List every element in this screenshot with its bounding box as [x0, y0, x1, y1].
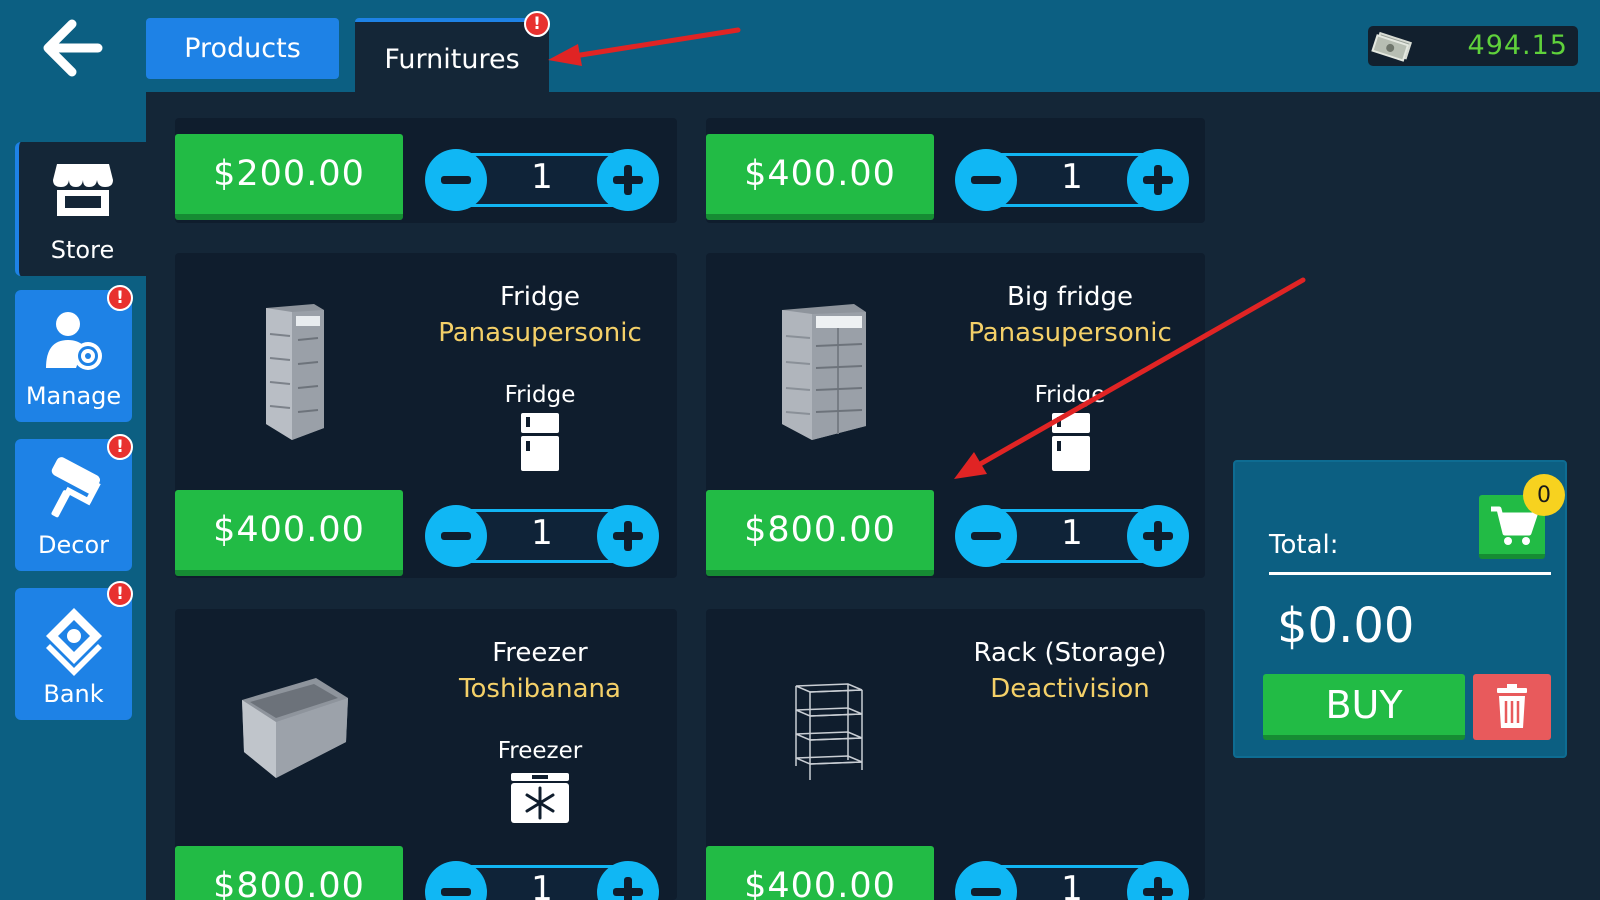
bank-alert-badge: !	[107, 581, 133, 607]
freezer-product-image	[242, 678, 348, 778]
quantity-value: 1	[1061, 869, 1083, 900]
back-button[interactable]	[40, 18, 106, 78]
minus-icon[interactable]	[425, 149, 487, 211]
fridge-icon	[1052, 413, 1090, 471]
plus-icon[interactable]	[597, 505, 659, 567]
money-bills-icon	[1371, 31, 1412, 62]
quantity-stepper: 1	[955, 861, 1189, 900]
trash-icon	[1497, 684, 1527, 728]
money-value: 494.15	[1467, 30, 1568, 61]
price-button[interactable]: $400.00	[706, 846, 934, 900]
decor-alert-badge: !	[107, 434, 133, 460]
product-category: Fridge	[504, 382, 576, 408]
money-display: 494.15	[1368, 26, 1578, 66]
product-name: Freezer	[492, 638, 588, 668]
tab-furnitures-alert-badge: !	[524, 11, 550, 37]
sidebar-item-label: Bank	[43, 680, 104, 708]
product-brand: Panasupersonic	[438, 318, 642, 348]
buy-button[interactable]: BUY	[1263, 674, 1465, 740]
tab-products-label: Products	[184, 33, 301, 64]
cart-count-badge: 0	[1523, 474, 1565, 516]
sidebar-item-store[interactable]: Store	[15, 142, 146, 276]
plus-icon[interactable]	[597, 149, 659, 211]
clear-cart-button[interactable]	[1473, 674, 1551, 740]
price-button[interactable]: $400.00	[175, 490, 403, 576]
paint-roller-icon	[50, 457, 101, 518]
cart-total-value: $0.00	[1277, 598, 1415, 654]
quantity-stepper: 1	[425, 861, 659, 900]
sidebar-item-bank[interactable]: Bank	[15, 588, 132, 720]
manage-alert-badge: !	[107, 285, 133, 311]
tab-furnitures[interactable]: Furnitures	[355, 18, 549, 92]
big-fridge-product-image	[782, 304, 866, 440]
quantity-value: 1	[1061, 513, 1083, 553]
plus-icon[interactable]	[1127, 505, 1189, 567]
quantity-stepper: 1	[425, 505, 659, 567]
product-name: Rack (Storage)	[973, 638, 1167, 668]
price-button[interactable]: $400.00	[706, 134, 934, 220]
price-button[interactable]: $800.00	[175, 846, 403, 900]
price-button[interactable]: $200.00	[175, 134, 403, 220]
product-category: Fridge	[1034, 382, 1106, 408]
cart-divider	[1269, 572, 1551, 575]
sidebar-item-label: Manage	[25, 382, 122, 410]
cart-panel: Total: 0 $0.00 BUY	[1233, 460, 1567, 758]
quantity-value: 1	[1061, 157, 1083, 197]
product-brand: Toshibanana	[459, 674, 621, 704]
freezer-snowflake-icon	[511, 773, 569, 823]
minus-icon[interactable]	[425, 505, 487, 567]
quantity-stepper: 1	[425, 149, 659, 211]
rack-product-image	[795, 683, 863, 780]
quantity-stepper: 1	[955, 149, 1189, 211]
product-category: Freezer	[497, 738, 583, 764]
manage-user-gear-icon	[45, 312, 102, 370]
fridge-product-image	[266, 304, 324, 440]
product-name: Big fridge	[1007, 282, 1133, 312]
minus-icon[interactable]	[955, 149, 1017, 211]
quantity-value: 1	[531, 157, 553, 197]
price-button[interactable]: $800.00	[706, 490, 934, 576]
product-brand: Panasupersonic	[968, 318, 1172, 348]
product-name: Fridge	[500, 282, 580, 312]
sidebar-item-label: Decor	[38, 531, 109, 559]
bank-money-icon	[45, 608, 102, 676]
store-icon	[52, 164, 113, 216]
tab-products[interactable]: Products	[146, 18, 339, 79]
product-brand: Deactivision	[990, 674, 1150, 704]
minus-icon[interactable]	[955, 505, 1017, 567]
quantity-value: 1	[531, 513, 553, 553]
sidebar-item-label: Store	[50, 236, 115, 264]
cart-total-label: Total:	[1269, 530, 1339, 560]
arrow-left-icon	[43, 19, 103, 77]
quantity-value: 1	[531, 869, 553, 900]
fridge-icon	[521, 413, 559, 471]
plus-icon[interactable]	[1127, 149, 1189, 211]
tab-furnitures-label: Furnitures	[384, 43, 520, 75]
quantity-stepper: 1	[955, 505, 1189, 567]
